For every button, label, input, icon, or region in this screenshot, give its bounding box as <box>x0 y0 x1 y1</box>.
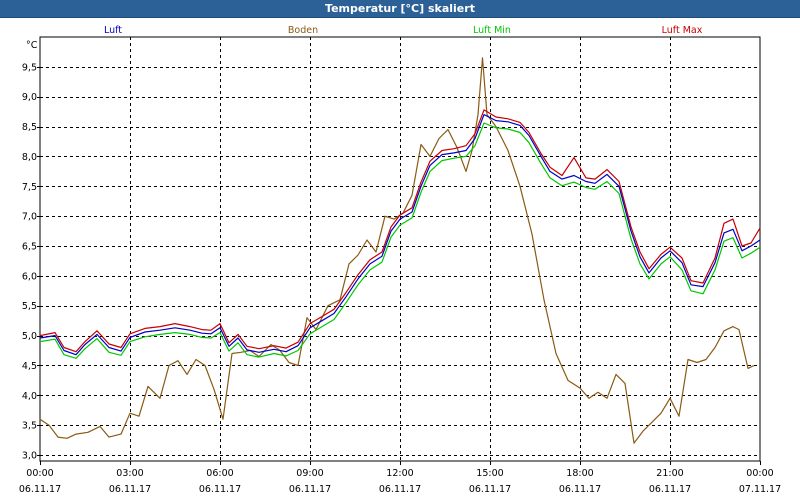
y-tick-label: 8,5 <box>22 122 37 133</box>
y-tick-label: 7,5 <box>22 182 37 193</box>
x-tick-date-label: 06.11.17 <box>199 484 241 495</box>
y-axis-unit: °C <box>26 40 38 51</box>
x-tick-date-label: 06.11.17 <box>289 484 331 495</box>
x-tick-date-label: 06.11.17 <box>649 484 691 495</box>
y-tick-label: 4,5 <box>22 361 37 372</box>
x-tick-date-label: 07.11.17 <box>739 484 781 495</box>
x-axis: 00:00 06.11.17 03:00 06.11.17 06:00 06.11.17 0… <box>19 461 781 495</box>
y-tick-label: 6,0 <box>22 271 37 282</box>
x-tick-date-label: 06.11.17 <box>379 484 421 495</box>
y-tick-label: 6,5 <box>22 242 37 253</box>
x-tick-time-label: 15:00 <box>476 468 503 479</box>
y-tick-label: 7,0 <box>22 212 37 223</box>
y-tick-label: 5,5 <box>22 301 37 312</box>
x-tick-date-label: 06.11.17 <box>559 484 601 495</box>
legend-entry-luft: Luft <box>104 25 122 36</box>
legend: Luft Boden Luft Min Luft Max <box>104 25 703 36</box>
chart: Luft Boden Luft Min Luft Max °C 3,0 3,5 4,0 4,5… <box>19 25 781 495</box>
legend-entry-luft-min: Luft Min <box>473 25 511 36</box>
x-tick-time-label: 00:00 <box>26 468 53 479</box>
x-tick-time-label: 03:00 <box>116 468 143 479</box>
x-tick-date-label: 06.11.17 <box>19 484 61 495</box>
x-tick-time-label: 18:00 <box>566 468 593 479</box>
x-tick-time-label: 00:00 <box>746 468 773 479</box>
series-line-luft <box>39 114 761 356</box>
x-tick-date-label: 06.11.17 <box>469 484 511 495</box>
legend-entry-boden: Boden <box>288 25 318 36</box>
y-axis: °C 3,0 3,5 4,0 4,5 5,0 5,5 6,0 6,5 7,0 7,5 8,0 8,5 9,… <box>22 40 40 462</box>
x-tick-date-label: 06.11.17 <box>109 484 151 495</box>
y-tick-label: 3,5 <box>22 421 37 432</box>
chart-title: Temperatur [°C] skaliert <box>325 2 475 15</box>
y-tick-label: 9,5 <box>22 62 37 73</box>
grid <box>40 37 760 461</box>
legend-entry-luft-max: Luft Max <box>662 25 703 36</box>
y-tick-label: 4,0 <box>22 391 37 402</box>
x-tick-time-label: 09:00 <box>296 468 323 479</box>
chart-title-bar: Temperatur [°C] skaliert <box>0 0 800 18</box>
y-tick-label: 3,0 <box>22 451 37 462</box>
y-tick-label: 5,0 <box>22 331 37 342</box>
y-tick-label: 8,0 <box>22 152 37 163</box>
x-tick-time-label: 12:00 <box>386 468 413 479</box>
y-tick-label: 9,0 <box>22 92 37 103</box>
series-line-boden <box>39 57 755 444</box>
x-tick-time-label: 21:00 <box>656 468 683 479</box>
x-tick-time-label: 06:00 <box>206 468 233 479</box>
